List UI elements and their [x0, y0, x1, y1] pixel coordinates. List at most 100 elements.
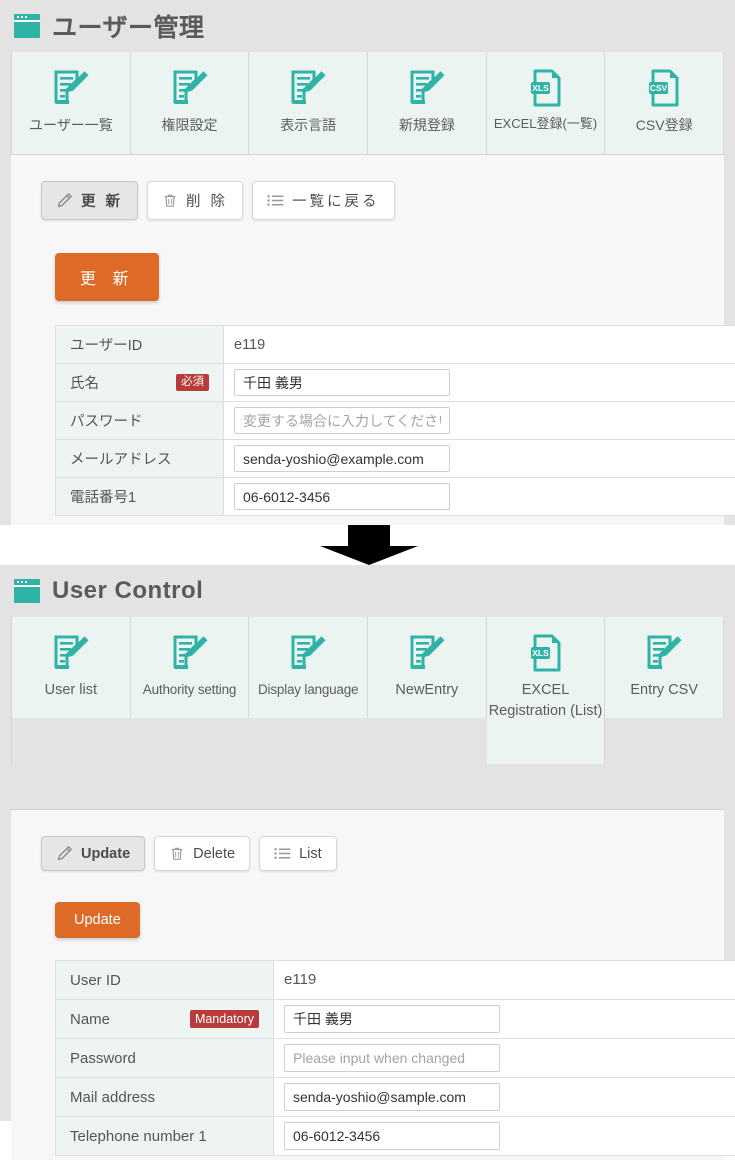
form-row: メールアドレス [56, 440, 735, 478]
input-mail-address[interactable] [284, 1083, 500, 1111]
tab-csv[interactable]: CSVCSV登録 [605, 52, 724, 154]
tab-label: Display language [258, 680, 358, 699]
form-row-value-cell [274, 1078, 735, 1117]
input-[interactable] [234, 369, 450, 396]
document-pencil-icon [288, 68, 328, 108]
tab-label: EXCEL Registration (List) [487, 680, 605, 722]
document-pencil-icon [288, 633, 328, 673]
required-badge: Mandatory [190, 1010, 259, 1029]
form-row-value-cell: e119 [274, 961, 735, 1000]
form-field-label: メールアドレス [70, 448, 172, 469]
form-row: Password [56, 1039, 735, 1078]
required-badge: 必須 [176, 374, 209, 392]
document-pencil-icon [51, 633, 91, 673]
input-[interactable] [234, 407, 450, 434]
form-row-value-cell [274, 1039, 735, 1078]
submit-update-button[interactable]: 更 新 [55, 253, 159, 301]
toolbar-button-trash[interactable]: 削 除 [147, 181, 243, 220]
down-arrow-icon [320, 525, 418, 565]
document-pencil-icon [407, 633, 447, 673]
tab-newentry[interactable]: NewEntry [368, 617, 487, 718]
toolbar-button-label: Delete [193, 846, 235, 862]
page-title: ユーザー管理 [52, 8, 205, 44]
tab-[interactable]: ユーザー一覧 [12, 52, 131, 154]
input-telephone-number-1[interactable] [284, 1122, 500, 1150]
english-panel: User Control User list Authority setting D… [0, 565, 735, 1121]
form-row-label-cell: NameMandatory [56, 1000, 274, 1039]
form-row-label-cell: パスワード [56, 402, 224, 440]
form-field-label: Mail address [70, 1089, 155, 1106]
window-icon [14, 14, 40, 38]
tab-display-language[interactable]: Display language [249, 617, 368, 718]
toolbar-button-list[interactable]: List [259, 836, 337, 871]
tab-[interactable]: 権限設定 [131, 52, 250, 154]
toolbar-button-label: Update [81, 846, 130, 862]
form-row-label-cell: Password [56, 1039, 274, 1078]
form-row-label-cell: 氏名 必須 [56, 364, 224, 402]
form-row: ユーザーID e119 [56, 326, 735, 364]
japanese-panel: ユーザー管理 ユーザー一覧権限設定 表示言語新規登録 XLS EXCEL登録(一覧) C… [0, 0, 735, 525]
form-row-label-cell: Mail address [56, 1078, 274, 1117]
input-name[interactable] [284, 1005, 500, 1033]
tab-authority-setting[interactable]: Authority setting [131, 617, 250, 718]
document-pencil-icon [51, 68, 91, 108]
page-title-bar: ユーザー管理 [0, 0, 735, 52]
page-title-bar-en: User Control [0, 565, 735, 617]
toolbar-japanese: 更 新 削 除 一覧に戻る [11, 155, 724, 220]
list-icon [274, 846, 291, 861]
pencil-icon [56, 192, 73, 209]
user-form-table-japanese: ユーザーIDe119氏名必須パスワードメールアドレス電話番号1 [55, 325, 735, 516]
input-1[interactable] [234, 483, 450, 510]
tab-[interactable]: 新規登録 [368, 52, 487, 154]
tab-excel[interactable]: XLS EXCEL登録(一覧) [487, 52, 606, 154]
xls-file-icon: XLS [526, 633, 566, 673]
form-row: NameMandatory [56, 1000, 735, 1039]
form-row-label-cell: メールアドレス [56, 440, 224, 478]
toolbar-button-label: 一覧に戻る [292, 190, 380, 211]
form-row-value-cell [224, 440, 735, 478]
form-row: 氏名 必須 [56, 364, 735, 402]
flow-divider [0, 525, 735, 565]
form-field-label: パスワード [70, 410, 143, 431]
toolbar-button-list[interactable]: 一覧に戻る [252, 181, 395, 220]
toolbar-button-trash[interactable]: Delete [154, 836, 250, 871]
tab-user-list[interactable]: User list [12, 617, 131, 718]
form-row-label-cell: User ID [56, 961, 274, 1000]
tab-label: User list [45, 680, 97, 701]
pencil-icon [56, 845, 73, 862]
toolbar-english: Update Delete List [11, 810, 724, 871]
form-field-label: 氏名 [70, 372, 99, 393]
input-[interactable] [234, 445, 450, 472]
svg-text:XLS: XLS [532, 83, 549, 93]
form-row-label-cell: ユーザーID [56, 326, 224, 364]
tab-label: 新規登録 [399, 115, 455, 135]
window-icon [14, 579, 40, 603]
tab-excel-registration-list[interactable]: XLS EXCEL Registration (List) [487, 617, 606, 764]
toolbar-button-label: 削 除 [186, 190, 228, 211]
readonly-value: e119 [284, 971, 316, 988]
form-field-label: ユーザーID [70, 334, 142, 355]
user-form-table-english: User ID e119 NameMandatoryPassword Mail add… [55, 960, 735, 1156]
form-row-value-cell [274, 1000, 735, 1039]
csv-file-icon: CSV [644, 68, 684, 108]
content-card-japanese: 更 新 削 除 一覧に戻る 更 新 ユーザーID e119 氏名 必須パスワードメールアド… [11, 154, 724, 526]
form-row: Telephone number 1 [56, 1117, 735, 1156]
toolbar-button-pencil[interactable]: Update [41, 836, 145, 871]
submit-update-button-en[interactable]: Update [55, 902, 140, 938]
form-row: Mail address [56, 1078, 735, 1117]
form-row-label-cell: Telephone number 1 [56, 1117, 274, 1156]
document-pencil-icon [407, 68, 447, 108]
tab-label: EXCEL登録(一覧) [494, 115, 597, 134]
tab-label: Entry CSV [630, 680, 698, 701]
tab-entry-csv[interactable]: Entry CSV [605, 617, 724, 718]
document-pencil-icon [170, 633, 210, 673]
tab-label: 権限設定 [162, 115, 218, 135]
input-password[interactable] [284, 1044, 500, 1072]
content-card-english: Update Delete List Update User ID e119 NameM… [11, 809, 724, 1160]
readonly-value: e119 [234, 337, 265, 353]
form-row: パスワード [56, 402, 735, 440]
toolbar-button-pencil[interactable]: 更 新 [41, 181, 138, 220]
tab-[interactable]: 表示言語 [249, 52, 368, 154]
form-row-value-cell [274, 1117, 735, 1156]
trash-icon [169, 845, 185, 862]
